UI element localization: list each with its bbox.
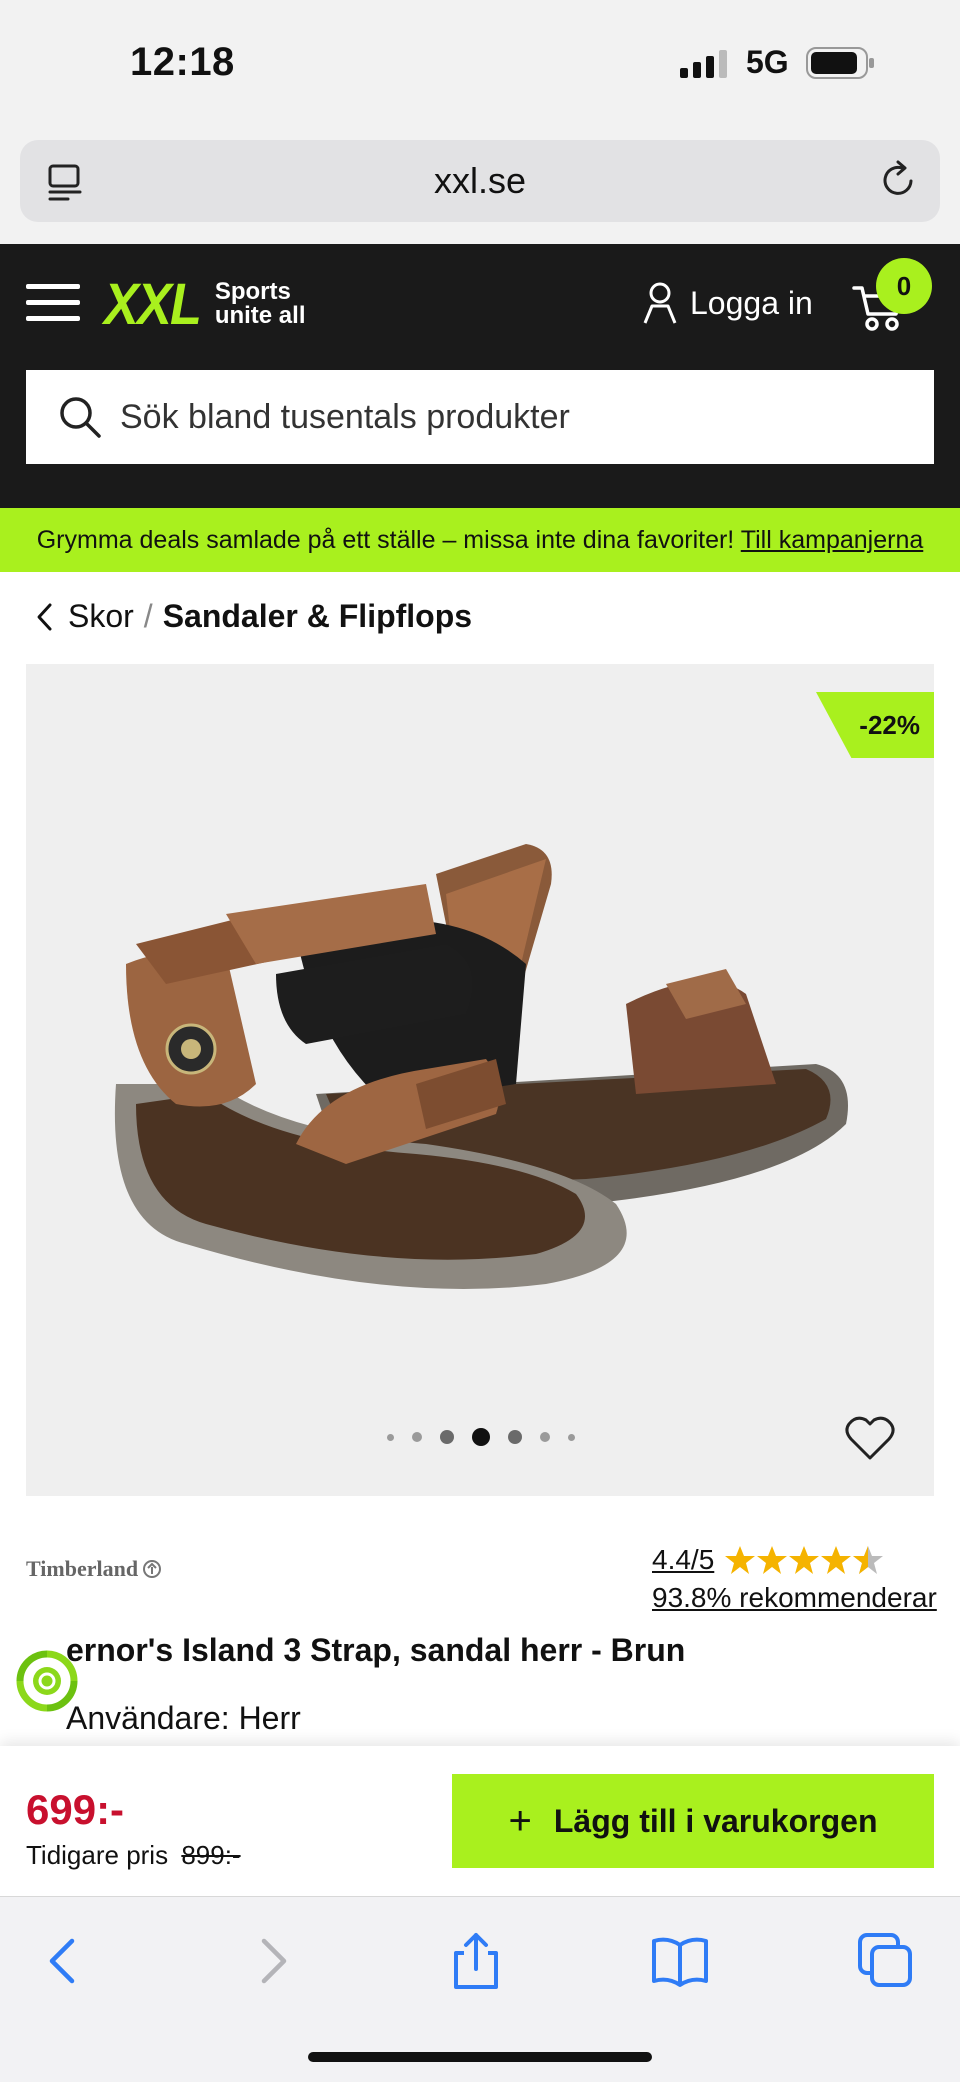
- chevron-left-icon[interactable]: [34, 602, 56, 632]
- battery-icon: [806, 47, 874, 79]
- carousel-dot[interactable]: [568, 1433, 575, 1441]
- purchase-bar: 699:- Tidigare pris 899:- + Lägg till i …: [0, 1746, 960, 1896]
- star-icon: [789, 1546, 820, 1574]
- back-icon[interactable]: [34, 1931, 94, 1991]
- breadcrumb-parent[interactable]: Skor: [68, 598, 134, 635]
- search-input[interactable]: [118, 396, 882, 438]
- cellular-signal-icon: [680, 50, 727, 78]
- current-price: 699:-: [26, 1786, 125, 1833]
- carousel-dot-active[interactable]: [472, 1428, 490, 1446]
- tagline-line-2: unite all: [214, 302, 306, 329]
- carousel-dot[interactable]: [387, 1433, 394, 1441]
- login-label: Logga in: [690, 284, 813, 321]
- product-image-sandals[interactable]: [26, 664, 934, 1496]
- menu-icon[interactable]: [26, 280, 82, 324]
- product-image-carousel[interactable]: -22%: [26, 664, 934, 1496]
- promo-text: Grymma deals samlade på ett ställe – mis…: [36, 526, 741, 554]
- logo-wordmark: XXL: [104, 271, 202, 337]
- site-logo[interactable]: XXL Sports unite all: [104, 272, 306, 337]
- home-indicator: [308, 2052, 652, 2062]
- tree-icon: [143, 1560, 162, 1578]
- previous-price-label: Tidigare pris: [26, 1840, 169, 1870]
- tabs-icon[interactable]: [856, 1931, 916, 1991]
- product-title: ernor's Island 3 Strap, sandal herr - Br…: [66, 1632, 686, 1668]
- tagline-line-1: Sports: [214, 278, 291, 305]
- logo-tagline: Sports unite all: [215, 280, 306, 328]
- forward-icon[interactable]: [242, 1931, 302, 1991]
- promo-link[interactable]: Till kampanjerna: [741, 526, 923, 554]
- product-users: Användare: Herr: [66, 1700, 301, 1736]
- site-header: XXL Sports unite all Logga in 0: [0, 244, 960, 508]
- star-half-icon: [853, 1546, 884, 1574]
- breadcrumb-separator: /: [143, 598, 153, 634]
- address-bar[interactable]: xxl.se: [20, 140, 940, 222]
- breadcrumb: Skor / Sandaler & Flipflops: [34, 598, 472, 635]
- breadcrumb-current[interactable]: Sandaler & Flipflops: [163, 598, 472, 635]
- carousel-dot[interactable]: [508, 1430, 522, 1444]
- carousel-dot[interactable]: [440, 1430, 454, 1444]
- heart-icon[interactable]: [844, 1414, 896, 1462]
- add-to-cart-button[interactable]: + Lägg till i varukorgen: [452, 1774, 934, 1868]
- status-time: 12:18: [130, 40, 235, 84]
- discount-label: -22%: [859, 710, 920, 740]
- brand-name: Timberland: [26, 1556, 139, 1581]
- star-icon: [757, 1546, 788, 1574]
- cart-count-badge[interactable]: 0: [876, 258, 932, 314]
- carousel-dot[interactable]: [540, 1432, 550, 1442]
- network-label: 5G: [746, 44, 789, 80]
- promo-banner: Grymma deals samlade på ett ställe – mis…: [0, 508, 960, 572]
- carousel-dots[interactable]: [378, 1428, 584, 1446]
- product-rating[interactable]: 4.4/5 93.8% rekommenderar: [652, 1544, 937, 1614]
- user-icon: [643, 282, 677, 324]
- url-text[interactable]: xxl.se: [20, 140, 940, 222]
- search-icon: [60, 397, 101, 438]
- brand-logo[interactable]: Timberland: [26, 1556, 162, 1582]
- recycle-icon[interactable]: [14, 1648, 80, 1714]
- carousel-dot[interactable]: [412, 1432, 422, 1442]
- previous-price: Tidigare pris 899:-: [26, 1840, 241, 1871]
- rating-value[interactable]: 4.4/5: [652, 1544, 714, 1576]
- browser-toolbar: [0, 1896, 960, 2082]
- star-icon: [821, 1546, 852, 1574]
- reload-icon[interactable]: [878, 160, 918, 200]
- recommend-percentage[interactable]: 93.8% rekommenderar: [652, 1582, 937, 1614]
- star-icon: [725, 1546, 756, 1574]
- plus-icon: +: [508, 1798, 532, 1843]
- share-icon[interactable]: [446, 1931, 506, 1991]
- rating-stars: [724, 1545, 884, 1575]
- bookmarks-icon[interactable]: [650, 1931, 710, 1991]
- search-box[interactable]: [26, 370, 934, 464]
- status-bar: 12:18 5G: [0, 0, 960, 130]
- login-button[interactable]: Logga in: [642, 282, 813, 324]
- add-to-cart-label: Lägg till i varukorgen: [553, 1802, 878, 1839]
- previous-price-value: 899:-: [181, 1840, 241, 1870]
